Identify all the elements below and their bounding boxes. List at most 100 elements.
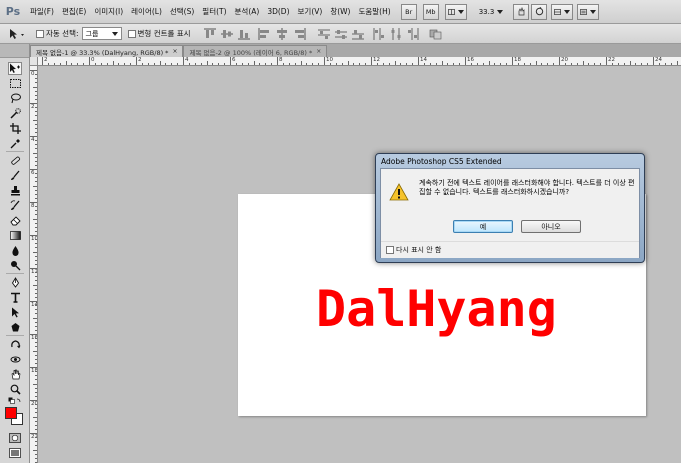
ruler-tick — [500, 63, 502, 65]
eyedropper-tool[interactable] — [8, 137, 22, 150]
screen-mode-button[interactable] — [577, 3, 600, 20]
auto-select-checkbox[interactable]: 자동 선택: — [36, 28, 79, 39]
menu-edit[interactable]: 편집(E) — [58, 6, 90, 17]
ruler-tick — [35, 263, 37, 265]
type-tool[interactable] — [8, 291, 22, 304]
zoom-level-select[interactable]: 33.3 — [479, 8, 504, 16]
crop-icon — [9, 123, 21, 134]
document-tab-2[interactable]: 제목 없음-2 @ 100% (레이어 6, RGB/8) * × — [183, 45, 328, 57]
ruler-origin[interactable] — [30, 57, 38, 66]
auto-select-checkbox-box[interactable] — [36, 29, 44, 38]
bridge-button[interactable]: Br — [400, 3, 417, 20]
hand-tool[interactable] — [8, 368, 22, 381]
align-left-edges-icon[interactable] — [258, 27, 272, 40]
ruler-tick — [42, 57, 43, 65]
arrange-documents-button[interactable] — [551, 3, 574, 20]
mini-bridge-button[interactable]: Mb — [422, 3, 439, 20]
history-brush-tool[interactable] — [8, 199, 22, 212]
path-selection-tool[interactable] — [8, 306, 22, 319]
show-transform-controls-checkbox[interactable]: 변형 컨트롤 표시 — [127, 28, 191, 39]
auto-select-target-select[interactable]: 그룹 — [81, 27, 122, 40]
ruler-tick — [35, 420, 37, 422]
marquee-tool[interactable] — [8, 77, 22, 90]
gradient-tool[interactable] — [8, 229, 22, 242]
horizontal-ruler[interactable]: 2 0 2 4 6 8 10 12 14 16 18 20 22 24 — [38, 57, 681, 66]
clone-stamp-tool[interactable] — [8, 184, 22, 197]
distribute-left-icon[interactable] — [372, 27, 386, 40]
3d-orbit-tool[interactable] — [8, 353, 22, 366]
auto-align-layers-icon[interactable] — [429, 28, 443, 40]
tool-preset-picker[interactable] — [4, 26, 32, 42]
ruler-tick — [288, 63, 290, 65]
close-icon[interactable]: × — [172, 48, 177, 55]
distribute-top-icon[interactable] — [317, 28, 331, 40]
menu-help[interactable]: 도움말(H) — [354, 6, 394, 17]
view-extras-button[interactable] — [444, 3, 467, 20]
menu-analysis[interactable]: 분석(A) — [231, 6, 264, 17]
ruler-tick — [453, 63, 455, 65]
ruler-tick — [600, 63, 602, 65]
eraser-tool[interactable] — [8, 214, 22, 227]
distribute-horizontal-icon[interactable] — [389, 27, 403, 40]
ruler-tick — [547, 63, 549, 65]
ruler-tick — [582, 61, 584, 65]
shape-tool[interactable] — [8, 321, 22, 334]
tools-panel-grip[interactable] — [0, 44, 29, 58]
menu-image[interactable]: 이미지(I) — [90, 6, 127, 17]
menu-file[interactable]: 파일(F) — [26, 6, 58, 17]
ruler-tick — [35, 148, 37, 150]
show-transform-controls-box[interactable] — [127, 29, 136, 38]
pen-tool[interactable] — [8, 276, 22, 289]
align-horizontal-centers-icon[interactable] — [275, 27, 289, 40]
crop-tool[interactable] — [8, 122, 22, 135]
distribute-right-icon[interactable] — [406, 27, 420, 40]
yes-button[interactable]: 예 — [453, 220, 513, 233]
screen-mode-tool[interactable] — [8, 446, 22, 459]
menu-layer[interactable]: 레이어(L) — [127, 6, 166, 17]
align-right-edges-icon[interactable] — [292, 27, 306, 40]
dodge-tool[interactable] — [8, 259, 22, 272]
ruler-tick — [30, 169, 37, 170]
ruler-tick — [30, 400, 37, 401]
spot-healing-brush-tool[interactable] — [8, 154, 22, 167]
foreground-color-swatch[interactable] — [5, 407, 17, 419]
dont-show-again-box[interactable] — [386, 246, 394, 254]
menu-window[interactable]: 창(W) — [326, 6, 354, 17]
screen-mode-icon — [580, 8, 588, 15]
menu-filter[interactable]: 필터(T) — [198, 6, 230, 17]
align-vertical-centers-icon[interactable] — [220, 28, 234, 40]
ruler-tick — [294, 63, 296, 65]
align-top-edges-icon[interactable] — [203, 28, 217, 40]
document-tab-1[interactable]: 제목 없음-1 @ 33.3% (DalHyang, RGB/8) * × — [30, 45, 184, 57]
document-tab-1-label: 제목 없음-1 @ 33.3% (DalHyang, RGB/8) * — [36, 48, 169, 57]
distribute-centers-icon[interactable] — [334, 28, 348, 40]
ruler-tick — [35, 90, 37, 92]
canvas-text-layer[interactable]: DalHyang — [316, 284, 557, 334]
rotate-view-button[interactable] — [531, 3, 548, 20]
no-button[interactable]: 아니오 — [521, 220, 581, 233]
3d-rotate-tool[interactable] — [8, 338, 22, 351]
brush-tool[interactable] — [8, 169, 22, 182]
align-bottom-edges-icon[interactable] — [237, 28, 251, 40]
zoom-tool[interactable] — [8, 383, 22, 396]
quick-selection-tool[interactable] — [8, 107, 22, 120]
ruler-tick — [653, 57, 654, 65]
ruler-tick — [35, 453, 37, 455]
menu-3d[interactable]: 3D(D) — [263, 7, 293, 16]
menu-select[interactable]: 선택(S) — [166, 6, 198, 17]
menu-view[interactable]: 보기(V) — [294, 6, 327, 17]
move-tool[interactable] — [8, 62, 22, 75]
quick-mask-button[interactable] — [8, 431, 22, 444]
brush-icon — [10, 170, 19, 180]
ruler-left-label: 6 — [31, 170, 35, 176]
hand-tool-button[interactable] — [513, 3, 530, 20]
blur-tool[interactable] — [8, 244, 22, 257]
default-colors-button[interactable] — [8, 396, 22, 405]
ruler-tick — [470, 63, 472, 65]
vertical-ruler[interactable]: 0246810121416182022 — [30, 66, 38, 463]
ruler-tick — [447, 63, 449, 65]
dont-show-again-checkbox[interactable]: 다시 표시 안 함 — [386, 245, 441, 255]
lasso-tool[interactable] — [8, 92, 22, 105]
close-icon[interactable]: × — [316, 48, 321, 55]
distribute-bottom-icon[interactable] — [351, 28, 365, 40]
